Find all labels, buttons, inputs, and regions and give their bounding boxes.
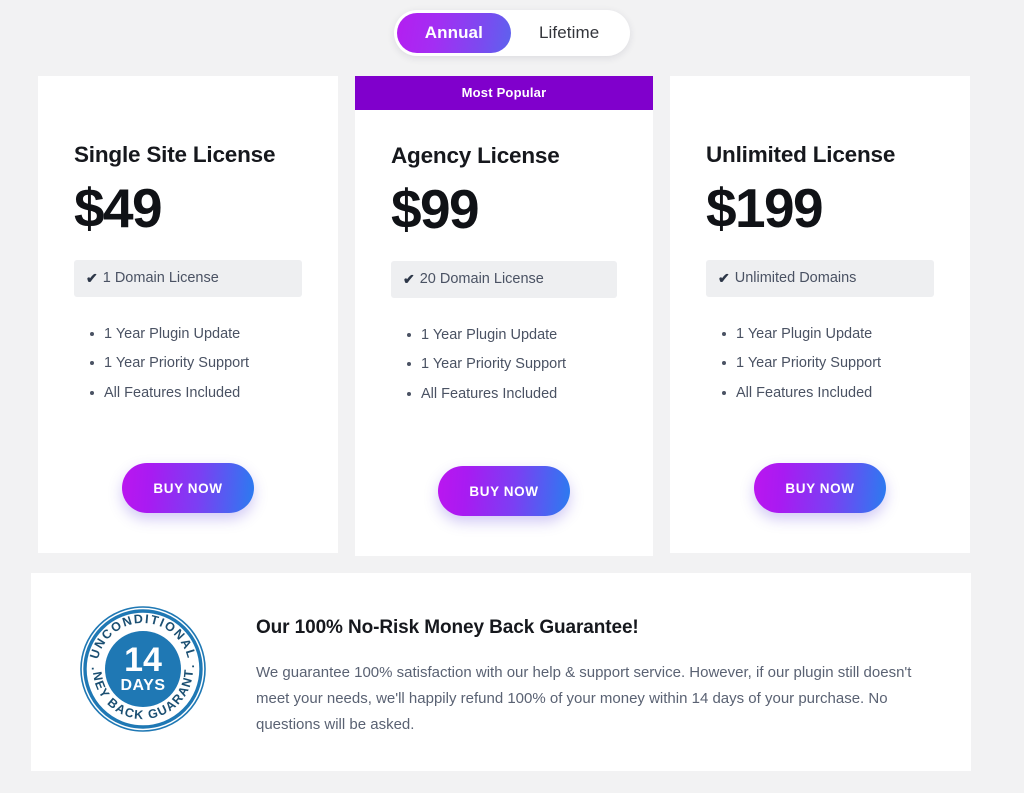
- buy-now-button[interactable]: BUY NOW: [122, 463, 254, 513]
- list-item: All Features Included: [722, 384, 934, 404]
- check-icon: ✔: [86, 269, 98, 286]
- pricing-card-unlimited: Unlimited License $199 ✔ Unlimited Domai…: [670, 76, 970, 553]
- domain-license-label: Unlimited Domains: [734, 269, 857, 286]
- domain-license-badge: ✔ 20 Domain License: [391, 260, 617, 298]
- card-body: Unlimited License $199 ✔ Unlimited Domai…: [670, 107, 970, 553]
- list-item: 1 Year Plugin Update: [407, 326, 617, 346]
- svg-text:14: 14: [124, 641, 162, 679]
- plan-name: Agency License: [391, 143, 560, 168]
- buy-button-row: BUY NOW: [74, 463, 302, 513]
- domain-license-badge: ✔ 1 Domain License: [74, 259, 302, 297]
- domain-license-label: 20 Domain License: [419, 270, 544, 287]
- list-item: All Features Included: [90, 384, 302, 404]
- money-back-guarantee-seal-icon: · UNCONDITIONAL · MONEY BACK GUARANTEE 1…: [79, 605, 207, 733]
- plan-name: Unlimited License: [706, 142, 896, 167]
- svg-text:DAYS: DAYS: [121, 677, 166, 694]
- plan-price: $99: [391, 178, 480, 240]
- buy-now-button[interactable]: BUY NOW: [754, 463, 886, 513]
- list-item: All Features Included: [407, 385, 617, 405]
- toggle-option-annual[interactable]: Annual: [396, 13, 511, 53]
- list-item: 1 Year Priority Support: [722, 354, 934, 374]
- plan-name: Single Site License: [74, 142, 276, 167]
- pricing-page: Annual Lifetime Single Site License $49 …: [0, 0, 1024, 793]
- buy-button-row: BUY NOW: [706, 463, 934, 513]
- guarantee-title: Our 100% No-Risk Money Back Guarantee!: [256, 617, 639, 638]
- domain-license-badge: ✔ Unlimited Domains: [706, 259, 934, 297]
- guarantee-body: We guarantee 100% satisfaction with our …: [256, 664, 912, 733]
- billing-toggle[interactable]: Annual Lifetime: [393, 10, 631, 56]
- toggle-option-lifetime[interactable]: Lifetime: [511, 13, 627, 53]
- billing-toggle-wrapper: Annual Lifetime: [0, 10, 1024, 56]
- card-top-spacer: [670, 76, 970, 107]
- check-icon: ✔: [718, 269, 730, 286]
- pricing-card-agency: Most Popular Agency License $99 ✔ 20 Dom…: [355, 76, 653, 556]
- card-body: Agency License $99 ✔ 20 Domain License 1…: [355, 110, 653, 556]
- domain-license-label: 1 Domain License: [102, 269, 219, 286]
- pricing-cards: Single Site License $49 ✔ 1 Domain Licen…: [38, 76, 970, 556]
- feature-list: 1 Year Plugin Update 1 Year Priority Sup…: [74, 325, 302, 414]
- card-body: Single Site License $49 ✔ 1 Domain Licen…: [38, 107, 338, 553]
- money-back-guarantee-panel: · UNCONDITIONAL · MONEY BACK GUARANTEE 1…: [31, 573, 971, 771]
- pricing-card-single-site: Single Site License $49 ✔ 1 Domain Licen…: [38, 76, 338, 553]
- list-item: 1 Year Plugin Update: [722, 325, 934, 345]
- plan-price: $199: [706, 177, 824, 239]
- feature-list: 1 Year Plugin Update 1 Year Priority Sup…: [706, 325, 934, 414]
- feature-list: 1 Year Plugin Update 1 Year Priority Sup…: [391, 326, 617, 415]
- buy-button-row: BUY NOW: [391, 466, 617, 516]
- check-icon: ✔: [403, 270, 415, 287]
- list-item: 1 Year Priority Support: [407, 355, 617, 375]
- card-top-spacer: [38, 76, 338, 107]
- list-item: 1 Year Priority Support: [90, 354, 302, 374]
- list-item: 1 Year Plugin Update: [90, 325, 302, 345]
- most-popular-ribbon: Most Popular: [355, 76, 653, 110]
- guarantee-text-block: Our 100% No-Risk Money Back Guarantee! W…: [207, 601, 928, 737]
- plan-price: $49: [74, 177, 163, 239]
- buy-now-button[interactable]: BUY NOW: [438, 466, 570, 516]
